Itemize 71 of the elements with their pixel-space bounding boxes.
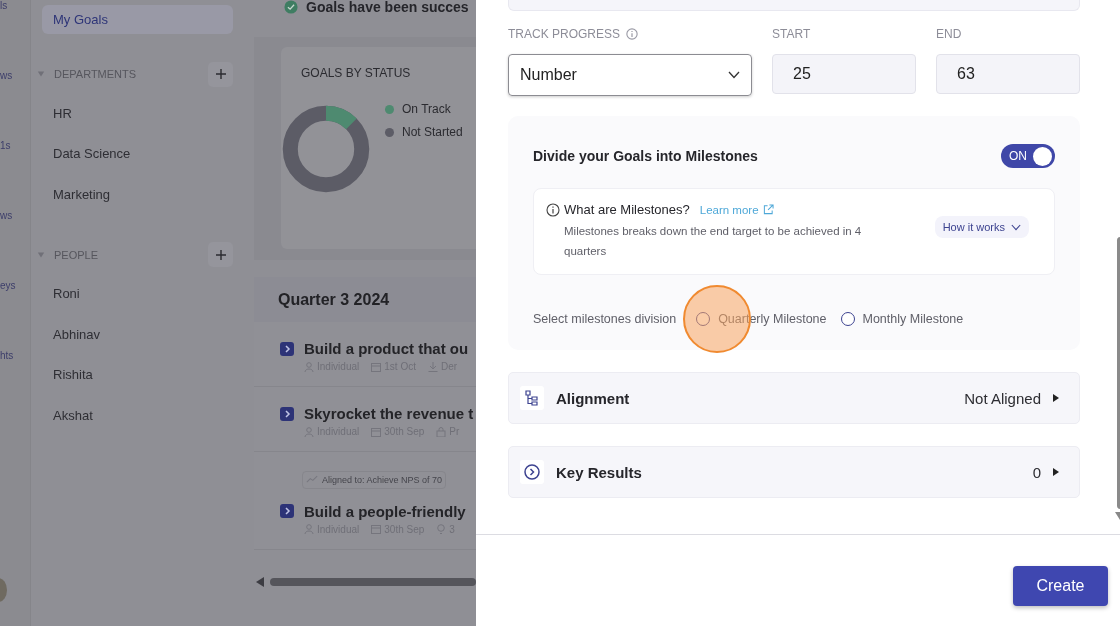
caret-right-icon bbox=[1053, 394, 1059, 402]
aligned-text: Aligned to: Achieve NPS of 70 bbox=[322, 474, 443, 485]
group-title: Quarter 3 2024 bbox=[278, 290, 390, 309]
lock-icon bbox=[436, 426, 447, 437]
nav-label[interactable]: ws bbox=[0, 210, 13, 222]
scroll-left-icon[interactable] bbox=[256, 576, 264, 587]
sidebar-item[interactable]: Rishita bbox=[42, 354, 233, 395]
field-label: START bbox=[772, 27, 812, 41]
external-link-icon[interactable] bbox=[762, 204, 774, 215]
add-button[interactable] bbox=[208, 242, 233, 267]
section-title: PEOPLE bbox=[54, 248, 100, 261]
banner-text: Goals have been succes bbox=[306, 0, 469, 15]
calendar-icon bbox=[371, 426, 382, 437]
nav-label[interactable]: ws bbox=[0, 70, 13, 82]
learn-more-link[interactable]: Learn more bbox=[699, 203, 759, 216]
download-icon bbox=[427, 361, 438, 372]
field-label: TRACK PROGRESS bbox=[508, 27, 621, 41]
track-progress-dropdown[interactable]: Number bbox=[508, 54, 752, 96]
sidebar-item[interactable]: Roni bbox=[42, 273, 233, 314]
section-row[interactable]: Key Results 0 bbox=[508, 446, 1080, 498]
section-title: DEPARTMENTS bbox=[54, 68, 138, 80]
info-text: Milestones breaks down the end target to be achieved in 4 quarters bbox=[564, 224, 863, 259]
goal-title: Build a people-friendly bbox=[304, 502, 466, 520]
legend-label: Not Started bbox=[402, 125, 463, 139]
sidebar-item[interactable]: HR bbox=[42, 93, 233, 134]
add-button[interactable] bbox=[208, 61, 233, 87]
sidebar-item[interactable]: My Goals bbox=[42, 5, 233, 34]
calendar-icon bbox=[371, 361, 382, 372]
bulb-icon bbox=[436, 524, 447, 534]
info-icon bbox=[546, 202, 560, 217]
sidebar-item[interactable]: Data Science bbox=[42, 133, 233, 174]
trend-icon bbox=[306, 475, 318, 484]
chevron-down-icon bbox=[1011, 223, 1021, 231]
chart-title: GOALS BY STATUS bbox=[301, 66, 412, 80]
goal-title: Build a product that ou bbox=[304, 340, 469, 357]
hierarchy-icon bbox=[520, 386, 544, 410]
sidebar-item[interactable]: Abhinav bbox=[42, 314, 233, 355]
expand-icon[interactable] bbox=[280, 341, 294, 356]
card-title: Divide your Goals into Milestones bbox=[533, 148, 758, 164]
nav-label[interactable]: eys bbox=[0, 280, 16, 292]
caret-right-icon bbox=[1053, 468, 1059, 476]
field-label: END bbox=[936, 27, 963, 41]
info-icon[interactable] bbox=[626, 28, 639, 40]
division-label: Select milestones division bbox=[533, 312, 677, 326]
calendar-icon bbox=[371, 524, 382, 534]
plus-icon bbox=[214, 248, 227, 261]
create-button[interactable]: Create bbox=[1013, 565, 1108, 606]
start-field[interactable]: 25 bbox=[772, 54, 916, 94]
goal-title: Skyrocket the revenue t bbox=[304, 405, 474, 422]
section-row[interactable]: Alignment Not Aligned bbox=[508, 372, 1080, 424]
section-value: Not Aligned bbox=[964, 389, 1041, 407]
sidebar-item[interactable]: Marketing bbox=[42, 174, 233, 215]
legend-label: On Track bbox=[402, 102, 451, 116]
expand-icon[interactable] bbox=[280, 406, 294, 421]
toggle-switch[interactable]: ON bbox=[1001, 144, 1055, 168]
nav-label[interactable]: hts bbox=[0, 350, 14, 362]
section-value: 0 bbox=[1032, 463, 1041, 481]
end-field[interactable]: 63 bbox=[936, 54, 1080, 94]
scrollbar-thumb[interactable] bbox=[270, 577, 476, 586]
plus-icon bbox=[214, 68, 227, 80]
success-icon bbox=[284, 0, 298, 14]
how-it-works-button[interactable]: How it works bbox=[934, 216, 1029, 238]
radio-option[interactable]: Monthly Milestone bbox=[840, 312, 964, 326]
info-title: What are Milestones? bbox=[564, 202, 690, 217]
chevron-down-icon bbox=[728, 71, 740, 79]
nav-label[interactable]: 1s bbox=[0, 140, 11, 152]
sidebar-item[interactable]: Akshat bbox=[42, 395, 233, 436]
section-title: Key Results bbox=[556, 463, 643, 481]
nav-label[interactable]: ls bbox=[0, 0, 8, 12]
expand-icon[interactable] bbox=[280, 504, 294, 518]
section-title: Alignment bbox=[556, 389, 631, 407]
